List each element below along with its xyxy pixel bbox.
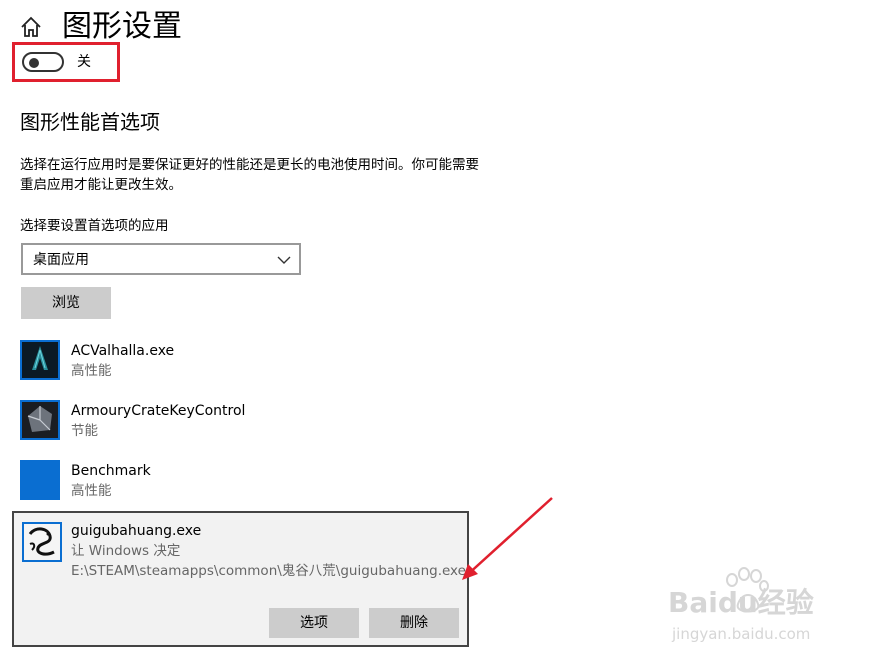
app-preference: 高性能 <box>71 363 112 379</box>
chevron-down-icon <box>277 256 291 264</box>
app-name: guigubahuang.exe <box>71 523 202 539</box>
app-type-dropdown[interactable]: 桌面应用 <box>21 243 301 275</box>
watermark-brand: Baidu经验 <box>668 586 814 619</box>
app-list-item-guigubahuang-expanded[interactable]: guigubahuang.exe 让 Windows 决定 E:\STEAM\s… <box>12 511 469 647</box>
page-title: 图形设置 <box>62 9 182 44</box>
delete-button[interactable]: 删除 <box>369 608 459 638</box>
home-icon[interactable] <box>18 14 44 40</box>
toggle-knob <box>29 58 39 68</box>
graphics-toggle[interactable] <box>22 52 64 72</box>
baidu-watermark: Baidu经验 jingyan.baidu.com <box>668 564 868 654</box>
app-path: E:\STEAM\steamapps\common\鬼谷八荒\guigubahu… <box>71 563 466 579</box>
annotation-arrow-icon <box>462 497 553 580</box>
app-name: ArmouryCrateKeyControl <box>71 403 246 419</box>
toggle-state-label: 关 <box>77 54 91 70</box>
dropdown-value: 桌面应用 <box>33 252 89 268</box>
app-name: Benchmark <box>71 463 151 479</box>
assassins-creed-icon <box>20 340 60 380</box>
armoury-crate-icon <box>20 400 60 440</box>
app-list-item-benchmark[interactable]: Benchmark 高性能 <box>20 460 460 504</box>
blank-app-icon <box>20 460 60 500</box>
watermark-url: jingyan.baidu.com <box>672 625 811 643</box>
app-preference: 高性能 <box>71 483 112 499</box>
section-description: 选择在运行应用时是要保证更好的性能还是更长的电池使用时间。你可能需要重启应用才能… <box>20 157 479 193</box>
browse-button[interactable]: 浏览 <box>21 287 111 319</box>
app-name: ACValhalla.exe <box>71 343 175 359</box>
app-preference: 节能 <box>71 423 98 439</box>
dragon-icon <box>22 522 62 562</box>
app-preference: 让 Windows 决定 <box>71 543 181 559</box>
options-button[interactable]: 选项 <box>269 608 359 638</box>
app-list-item-armourycrate[interactable]: ArmouryCrateKeyControl 节能 <box>20 400 460 444</box>
app-select-label: 选择要设置首选项的应用 <box>20 218 169 234</box>
app-list-item-acvalhalla[interactable]: ACValhalla.exe 高性能 <box>20 340 460 384</box>
section-title: 图形性能首选项 <box>20 110 160 134</box>
